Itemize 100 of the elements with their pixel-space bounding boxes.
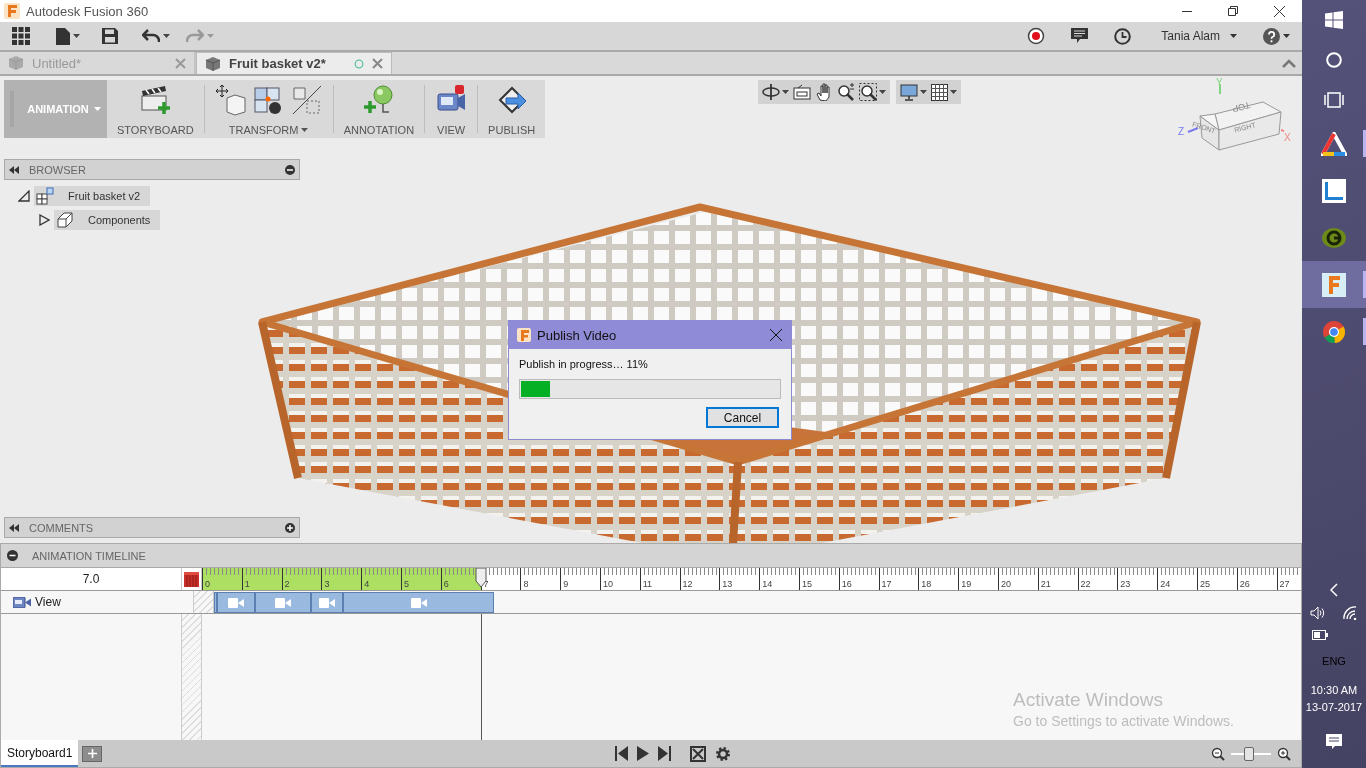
ribbon-tool-button[interactable]: TRANSFORM xyxy=(204,80,333,138)
cancel-button[interactable]: Cancel xyxy=(706,407,779,428)
speech-bubble-icon xyxy=(1071,28,1089,44)
play-button[interactable] xyxy=(637,746,650,761)
user-menu-button[interactable]: Tania Alam xyxy=(1157,24,1241,48)
notification-icon xyxy=(1326,734,1342,750)
tree-node[interactable]: Components xyxy=(54,210,161,230)
playhead-handle-icon[interactable] xyxy=(474,568,487,588)
taskbar-app-button[interactable] xyxy=(1302,261,1366,308)
display-settings-button[interactable] xyxy=(900,83,928,101)
ribbon-tool-button[interactable]: PUBLISH xyxy=(478,80,546,138)
skip-start-icon xyxy=(615,746,629,761)
tree-node[interactable]: Fruit basket v2 xyxy=(34,186,151,206)
cube-icon xyxy=(8,55,24,71)
record-icon xyxy=(1027,27,1046,45)
look-at-button[interactable] xyxy=(793,84,812,100)
settings-button[interactable] xyxy=(715,745,732,762)
grid-icon xyxy=(12,27,30,45)
wifi-icon[interactable] xyxy=(1342,606,1358,620)
comments-panel-header: COMMENTS xyxy=(4,517,300,538)
collapsed-triangle-icon[interactable] xyxy=(38,214,50,226)
expanded-triangle-icon[interactable] xyxy=(18,190,30,202)
minus-circle-icon[interactable] xyxy=(285,164,295,175)
skip-to-end-button[interactable] xyxy=(658,746,672,761)
close-icon xyxy=(175,57,186,69)
look-at-icon xyxy=(793,84,812,100)
assembly-icon xyxy=(36,187,54,205)
ruler-label: 5 xyxy=(404,579,409,589)
caret-icon xyxy=(301,128,309,132)
orbit-button[interactable] xyxy=(762,83,790,101)
plus-circle-icon[interactable] xyxy=(285,522,295,533)
close-icon xyxy=(1273,5,1285,17)
minus-circle-icon[interactable] xyxy=(7,550,18,561)
search-circle-icon xyxy=(1326,52,1342,68)
close-icon xyxy=(770,329,782,341)
zoom-button[interactable] xyxy=(837,83,856,101)
ruler-label: 13 xyxy=(722,579,733,589)
animation-clip[interactable] xyxy=(343,592,494,613)
fusion-app-icon xyxy=(1322,272,1346,297)
storyboard-tab[interactable]: Storyboard1 xyxy=(1,740,79,767)
close-icon xyxy=(372,58,383,69)
zoom-out-button[interactable] xyxy=(1211,746,1225,761)
caret-icon xyxy=(879,90,887,94)
speaker-icon[interactable] xyxy=(1310,606,1326,620)
ruler-label: 6 xyxy=(443,579,449,589)
cube-face-label: TOP xyxy=(1231,99,1252,115)
document-tab[interactable]: Fruit basket v2* xyxy=(196,52,392,74)
ruler-label: 23 xyxy=(1120,579,1131,589)
ruler-label: 10 xyxy=(602,579,613,589)
fit-button[interactable] xyxy=(859,83,887,101)
zoom-window-icon xyxy=(859,83,878,101)
animation-clip[interactable] xyxy=(214,592,217,613)
ribbon-tool-button[interactable]: STORYBOARD xyxy=(107,80,204,138)
caret-icon xyxy=(920,90,928,94)
clock-date: 13-07-2017 xyxy=(1304,700,1364,715)
ruler-label: 16 xyxy=(841,579,852,589)
ribbon-tool-button[interactable]: VIEW xyxy=(425,80,478,138)
caret-icon xyxy=(163,34,170,38)
add-storyboard-button[interactable] xyxy=(82,745,103,762)
grid-settings-button[interactable] xyxy=(931,83,958,101)
g-app-icon xyxy=(1321,226,1347,249)
app-logo-icon xyxy=(517,328,531,342)
skip-to-start-button[interactable] xyxy=(615,746,629,761)
animation-clip[interactable] xyxy=(217,592,255,613)
collapse-left-icon[interactable] xyxy=(9,523,19,532)
ruler-label: 17 xyxy=(881,579,892,589)
animation-clip[interactable] xyxy=(311,592,343,613)
fit-button[interactable] xyxy=(690,745,707,762)
components-icon xyxy=(56,211,74,229)
move-component-icon xyxy=(214,84,247,116)
window-title: Autodesk Fusion 360 xyxy=(26,3,150,19)
progress-message: Publish in progress… 11% xyxy=(519,358,649,370)
camera-icon xyxy=(410,597,427,608)
ribbon-tool-button[interactable]: ANNOTATION xyxy=(333,80,425,138)
browser-app-icon xyxy=(1322,319,1346,344)
activation-message: Go to Settings to activate Windows. xyxy=(1013,713,1234,729)
window-app-icon xyxy=(1322,178,1346,203)
collapse-left-icon[interactable] xyxy=(9,165,19,174)
caret-icon xyxy=(1283,34,1290,38)
axis-label: Z xyxy=(1178,126,1185,137)
ruler-label: 0 xyxy=(205,579,210,589)
chevron-left-icon xyxy=(1330,583,1338,597)
camera-track-icon xyxy=(13,596,31,608)
ruler-label: 8 xyxy=(523,579,529,589)
clock[interactable]: 10:30 AM 13-07-2017 xyxy=(1302,676,1366,722)
ruler-label: 14 xyxy=(762,579,773,589)
monitor-icon xyxy=(900,83,919,101)
collapse-caret-icon[interactable] xyxy=(1282,58,1296,68)
browser-panel-header: BROWSER xyxy=(4,159,300,180)
ruler-label: 27 xyxy=(1279,579,1290,589)
ruler-label: 15 xyxy=(801,579,812,589)
camera-icon xyxy=(228,597,244,608)
zoom-in-button[interactable] xyxy=(1277,746,1291,761)
slider-thumb[interactable] xyxy=(1244,746,1254,761)
ruler-label: 12 xyxy=(682,579,693,589)
zoom-out-icon xyxy=(1211,746,1225,761)
unsaved-circle-icon xyxy=(354,58,364,69)
animation-clip[interactable] xyxy=(255,592,311,613)
camera-icon xyxy=(319,597,335,608)
battery-icon[interactable] xyxy=(1312,630,1328,640)
